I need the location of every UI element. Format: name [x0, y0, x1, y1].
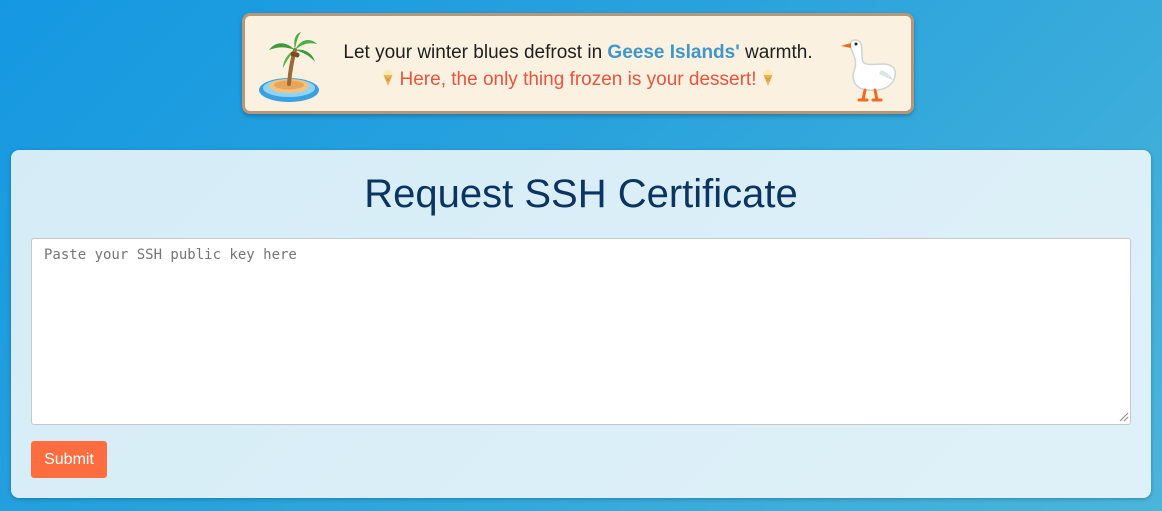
banner-line-2: Here, the only thing frozen is your dess… [325, 66, 831, 94]
ice-cream-icon [763, 69, 773, 86]
banner-message: Let your winter blues defrost in Geese I… [325, 40, 831, 94]
goose-icon [841, 39, 897, 102]
banner-line-1-suffix: warmth. [739, 42, 813, 63]
page-title: Request SSH Certificate [364, 172, 798, 216]
banner-line-1: Let your winter blues defrost in Geese I… [325, 40, 831, 66]
submit-button[interactable]: Submit [31, 441, 107, 478]
ice-cream-icon [383, 69, 393, 86]
ssh-request-card: Request SSH Certificate Submit [11, 150, 1151, 498]
ssh-public-key-input[interactable] [31, 238, 1131, 425]
palm-island-icon [259, 32, 319, 102]
dessert-tagline: Here, the only thing frozen is your dess… [399, 69, 757, 90]
resize-handle-icon[interactable] [1119, 412, 1129, 422]
banner-line-1-prefix: Let your winter blues defrost in [343, 42, 608, 63]
geese-islands-highlight: Geese Islands' [607, 42, 740, 63]
promo-banner: Let your winter blues defrost in Geese I… [242, 13, 914, 114]
